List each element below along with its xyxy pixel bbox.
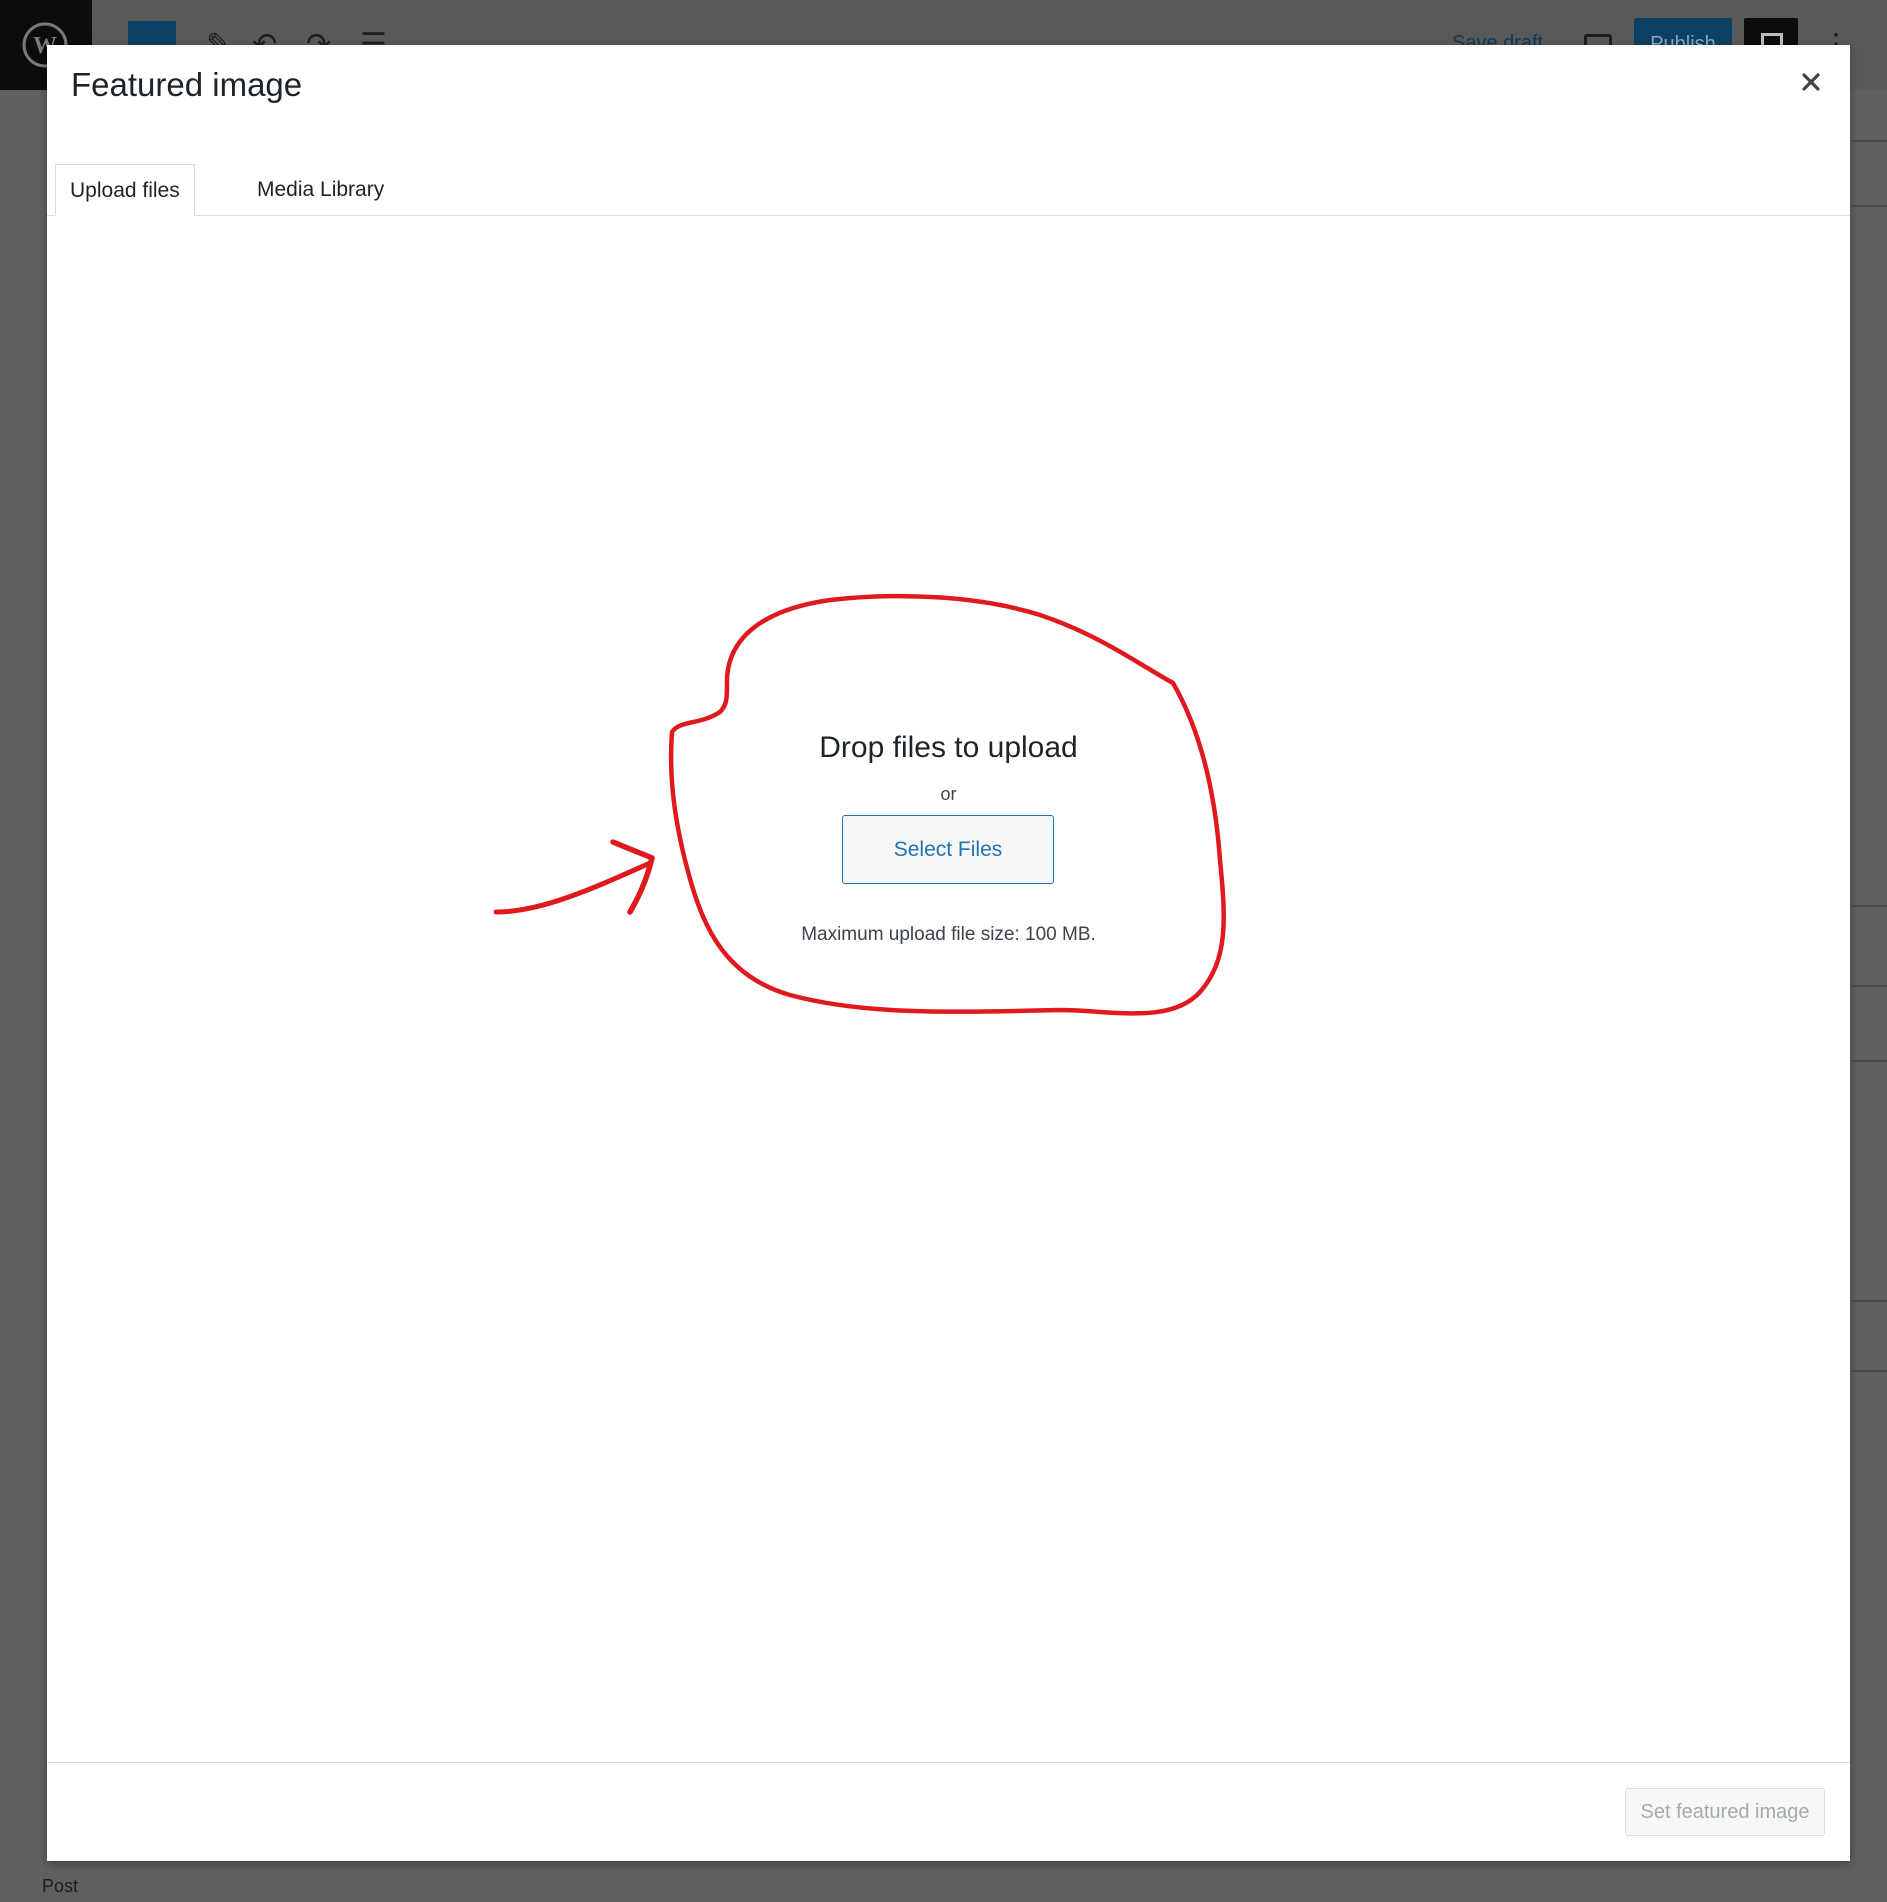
upload-drop-zone[interactable]: Drop files to upload or Select Files Max… bbox=[47, 216, 1850, 1813]
select-files-button[interactable]: Select Files bbox=[842, 815, 1054, 884]
tab-upload-files[interactable]: Upload files bbox=[55, 164, 195, 216]
close-icon bbox=[1802, 73, 1820, 91]
close-button[interactable] bbox=[1788, 59, 1834, 105]
tab-media-library[interactable]: Media Library bbox=[243, 164, 398, 216]
modal-toolbar: Set featured image bbox=[47, 1762, 1850, 1861]
set-featured-image-button[interactable]: Set featured image bbox=[1625, 1788, 1825, 1836]
media-router-tabs: Upload files Media Library bbox=[47, 118, 1850, 216]
footer-breadcrumb[interactable]: Post bbox=[42, 1876, 78, 1897]
or-separator: or bbox=[940, 784, 957, 804]
modal-title: Featured image bbox=[71, 66, 303, 103]
featured-image-modal: Featured image Upload files Media Librar… bbox=[47, 45, 1850, 1861]
drop-files-heading: Drop files to upload bbox=[819, 731, 1078, 764]
max-upload-size: Maximum upload file size: 100 MB. bbox=[801, 924, 1096, 945]
